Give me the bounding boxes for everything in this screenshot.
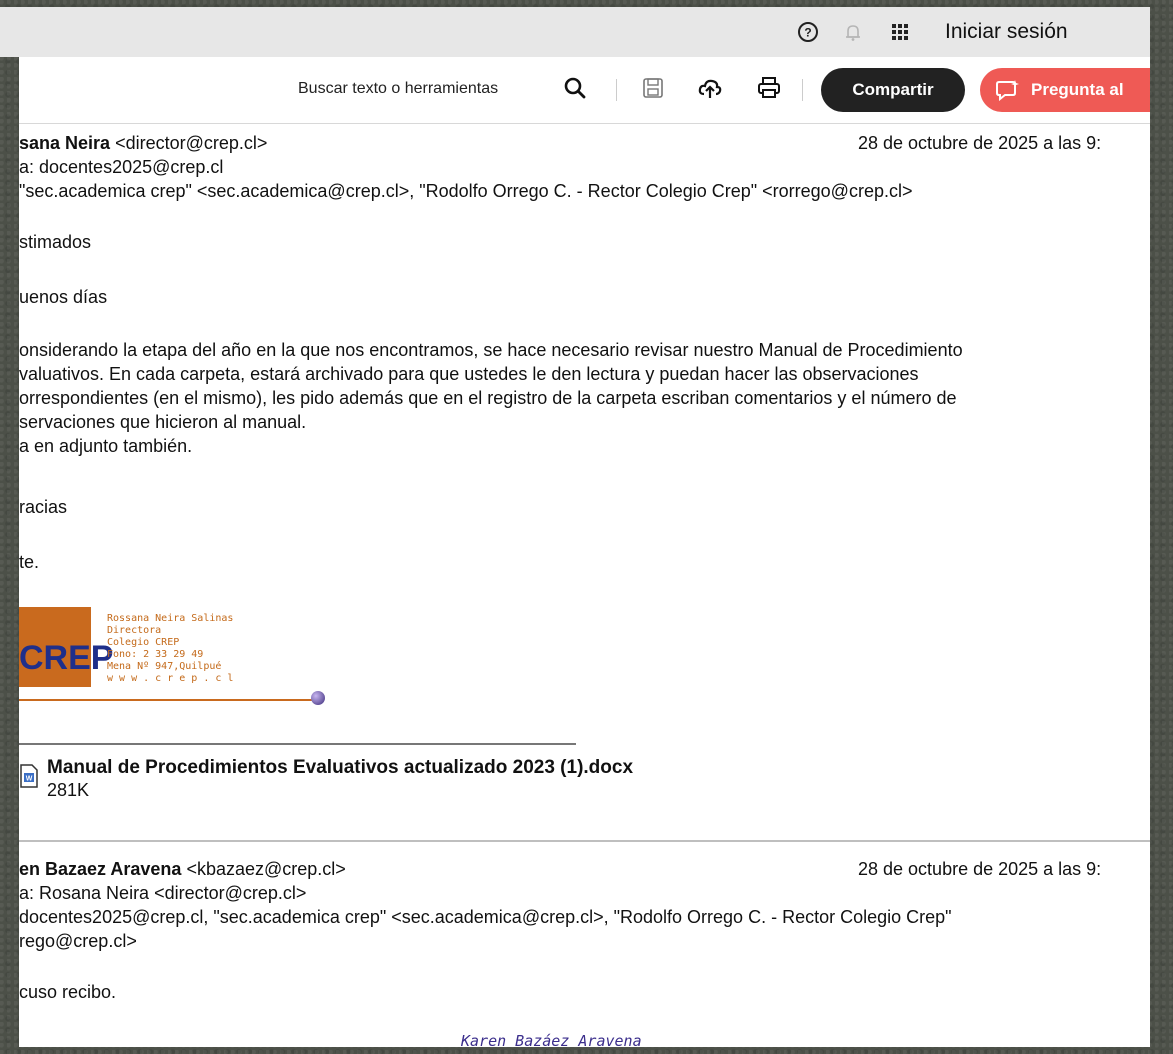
search-tools-label[interactable]: Buscar texto o herramientas <box>298 80 498 98</box>
sender-email[interactable]: <kbazaez@crep.cl> <box>186 859 345 879</box>
signature-text: Karen Bazáez Aravena <box>461 1032 642 1047</box>
cc-line-continued: rego@crep.cl> <box>19 931 137 951</box>
sender-name: sana Neira <box>19 133 111 153</box>
body-line: stimados <box>19 232 92 252</box>
toolbar: Buscar texto o herramientas Compartir Pr… <box>19 57 1150 124</box>
toolbar-divider <box>616 79 617 101</box>
cc-line: docentes2025@crep.cl, "sec.academica cre… <box>19 907 952 927</box>
signature-underline <box>19 699 319 701</box>
body-line: a en adjunto también. <box>19 436 193 456</box>
school-logo-text: CREP <box>19 639 114 677</box>
email-date: 28 de octubre de 2025 a las 9: <box>858 859 1102 879</box>
save-icon[interactable] <box>640 75 666 101</box>
body-line: racias <box>19 497 68 517</box>
attachment-size: 281K <box>47 780 90 800</box>
body-line: servaciones que hicieron al manual. <box>19 412 307 432</box>
message-separator <box>19 840 1150 842</box>
sender: sana Neira <director@crep.cl> <box>19 133 267 154</box>
bell-icon[interactable] <box>842 21 864 43</box>
ai-sparkle-icon <box>996 80 1019 101</box>
body-line: onsiderando la etapa del año en la que n… <box>19 340 963 360</box>
ask-ai-label: Pregunta al <box>1031 80 1124 99</box>
svg-text:?: ? <box>804 26 811 40</box>
decorative-ball-icon <box>311 691 325 705</box>
help-icon[interactable]: ? <box>797 21 819 43</box>
signin-link[interactable]: Iniciar sesión <box>945 20 1068 44</box>
sender-name: en Bazaez Aravena <box>19 859 182 879</box>
sender-email[interactable]: <director@crep.cl> <box>115 133 267 153</box>
toolbar-divider <box>802 79 803 101</box>
attachment-divider <box>19 743 576 745</box>
attachment-link[interactable]: Manual de Procedimientos Evaluativos act… <box>47 757 633 779</box>
body-line: orrespondientes (en el mismo), les pido … <box>19 388 957 408</box>
body-line: cuso recibo. <box>19 982 117 1002</box>
share-button[interactable]: Compartir <box>821 68 965 112</box>
body-line: uenos días <box>19 287 108 307</box>
cc-line: "sec.academica crep" <sec.academica@crep… <box>19 181 913 201</box>
ask-ai-button[interactable]: Pregunta al <box>980 68 1150 112</box>
apps-grid-icon[interactable] <box>889 21 911 43</box>
body-line: te. <box>19 552 40 572</box>
sender: en Bazaez Aravena <kbazaez@crep.cl> <box>19 859 346 880</box>
email-date: 28 de octubre de 2025 a las 9: <box>858 133 1102 153</box>
signature-block: CREP Rossana Neira Salinas Directora Col… <box>19 587 339 717</box>
top-bar: ? Iniciar sesión <box>0 7 1150 57</box>
document-file-icon[interactable]: W <box>19 764 39 788</box>
upload-cloud-icon[interactable] <box>697 75 723 101</box>
to-line: a: docentes2025@crep.cl <box>19 157 224 177</box>
print-icon[interactable] <box>756 75 782 101</box>
to-line: a: Rosana Neira <director@crep.cl> <box>19 883 307 903</box>
svg-text:W: W <box>26 776 33 783</box>
search-icon[interactable] <box>562 75 588 101</box>
body-line: valuativos. En cada carpeta, estará arch… <box>19 364 919 384</box>
signature-text: Rossana Neira Salinas Directora Colegio … <box>107 613 234 684</box>
document-viewer: Buscar texto o herramientas Compartir Pr… <box>19 57 1150 1047</box>
